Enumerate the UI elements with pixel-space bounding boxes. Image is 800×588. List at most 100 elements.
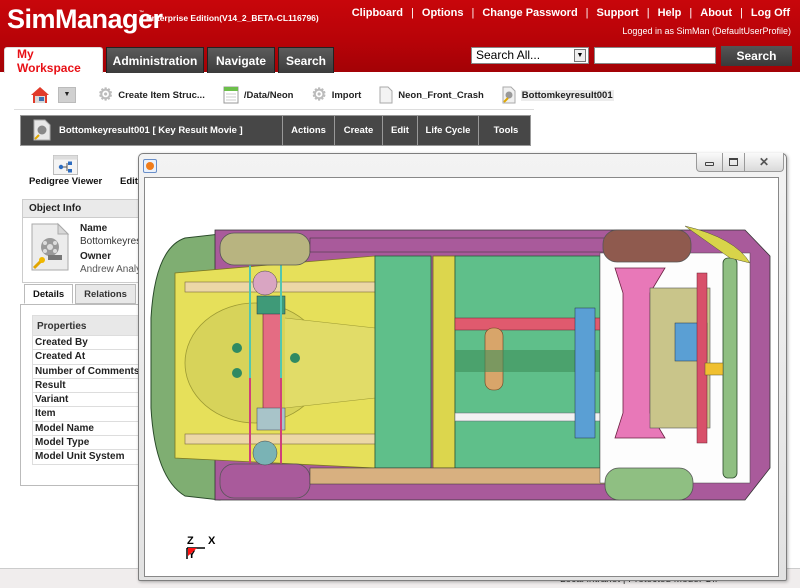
front-wheel-bottom bbox=[604, 467, 694, 501]
media-player-icon bbox=[143, 159, 157, 173]
divider bbox=[14, 109, 534, 110]
tab-relations[interactable]: Relations bbox=[75, 284, 136, 304]
item-title-bar: Bottomkeyresult001 [ Key Result Movie ] … bbox=[20, 115, 531, 146]
menu-edit[interactable]: Edit bbox=[382, 116, 417, 145]
home-icon bbox=[31, 87, 49, 103]
history-dropdown[interactable]: ▼ bbox=[58, 87, 76, 103]
crumb-import[interactable]: ⚙ Import bbox=[311, 85, 361, 105]
movie-document-icon bbox=[502, 86, 516, 104]
crumb-label: Create Item Struc... bbox=[118, 89, 205, 101]
link-support[interactable]: Support bbox=[597, 7, 639, 19]
yellow-crossmember bbox=[432, 255, 456, 469]
pedigree-viewer-label: Pedigree Viewer bbox=[29, 176, 103, 187]
rear-wheel-top bbox=[219, 232, 311, 266]
separator: | bbox=[646, 7, 650, 19]
tab-search[interactable]: Search bbox=[278, 47, 334, 73]
maximize-icon bbox=[729, 158, 738, 166]
close-button[interactable]: ✕ bbox=[744, 153, 784, 172]
link-options[interactable]: Options bbox=[422, 7, 464, 19]
owner-label: Owner bbox=[80, 251, 112, 262]
breadcrumb: ▼ ⚙ Create Item Struc... /Data/Neon ⚙ Im… bbox=[30, 84, 632, 106]
object-info-header: Object Info bbox=[23, 200, 139, 218]
property-row: Model Name bbox=[32, 421, 140, 437]
menu-actions[interactable]: Actions bbox=[282, 116, 334, 145]
separator: | bbox=[689, 7, 693, 19]
item-menu-bar: Actions Create Edit Life Cycle Tools bbox=[282, 116, 533, 145]
pedigree-icon bbox=[53, 155, 78, 175]
link-clipboard[interactable]: Clipboard bbox=[352, 7, 403, 19]
item-title: Bottomkeyresult001 [ Key Result Movie ] bbox=[59, 125, 243, 136]
property-row: Variant bbox=[32, 393, 140, 408]
top-links: Clipboard | Options | Change Password | Sup… bbox=[352, 7, 790, 19]
crumb-data-neon[interactable]: /Data/Neon bbox=[223, 86, 294, 104]
detail-tabs: Details Relations bbox=[24, 284, 138, 304]
property-row: Result bbox=[32, 378, 140, 394]
owner-value: Andrew Analy bbox=[80, 264, 142, 275]
properties-table: Properties Created By Created At Number … bbox=[32, 315, 140, 465]
axis-triad: Z X Y bbox=[185, 535, 225, 565]
tab-my-workspace[interactable]: My Workspace bbox=[4, 47, 103, 75]
folder-calendar-icon bbox=[223, 86, 239, 104]
crumb-label: Neon_Front_Crash bbox=[398, 89, 484, 101]
crumb-neon-front-crash[interactable]: Neon_Front_Crash bbox=[379, 86, 484, 104]
front-bumper-beam bbox=[722, 257, 738, 479]
tab-navigate[interactable]: Navigate bbox=[207, 47, 275, 73]
property-row: Model Type bbox=[32, 436, 140, 451]
header-bar: SimManager ™ Enterprise Edition(V14_2_BE… bbox=[0, 0, 800, 75]
maximize-button[interactable] bbox=[722, 153, 745, 172]
rear-wheel-bottom bbox=[219, 463, 311, 499]
logged-in-status: Logged in as SimMan (DefaultUserProfile) bbox=[622, 26, 791, 36]
separator: | bbox=[740, 7, 743, 19]
edit-action[interactable]: Edit bbox=[120, 176, 138, 187]
name-label: Name bbox=[80, 223, 108, 234]
search-scope-value: Search All... bbox=[476, 48, 541, 62]
movie-document-icon bbox=[31, 222, 70, 271]
menu-tools[interactable]: Tools bbox=[478, 116, 533, 145]
rear-crossmember bbox=[262, 312, 282, 419]
name-value: Bottomkeyres bbox=[80, 236, 142, 247]
link-help[interactable]: Help bbox=[658, 7, 682, 19]
model-viewport[interactable]: Z X Y bbox=[144, 177, 779, 577]
search-button[interactable]: Search bbox=[721, 46, 792, 66]
search-scope-select[interactable]: Search All... ▼ bbox=[471, 47, 589, 64]
crumb-bottomkeyresult001[interactable]: Bottomkeyresult001 bbox=[502, 86, 614, 104]
link-about[interactable]: About bbox=[700, 7, 732, 19]
crumb-label: Bottomkeyresult001 bbox=[520, 89, 614, 101]
search-input[interactable] bbox=[594, 47, 716, 64]
chevron-down-icon[interactable]: ▼ bbox=[574, 49, 586, 62]
gear-icon: ⚙ bbox=[311, 85, 327, 104]
axis-label-x: X bbox=[208, 535, 216, 547]
property-row: Number of Comments bbox=[32, 364, 140, 379]
minimize-icon bbox=[705, 162, 714, 166]
chevron-down-icon: ▼ bbox=[58, 87, 76, 103]
property-row: Model Unit System bbox=[32, 450, 140, 465]
link-log-off[interactable]: Log Off bbox=[751, 7, 790, 19]
separator: | bbox=[411, 7, 414, 19]
crumb-label: /Data/Neon bbox=[243, 89, 294, 101]
close-icon: ✕ bbox=[758, 155, 770, 169]
menu-create[interactable]: Create bbox=[334, 116, 382, 145]
tab-details[interactable]: Details bbox=[24, 284, 74, 304]
menu-life-cycle[interactable]: Life Cycle bbox=[417, 116, 478, 145]
minimize-button[interactable] bbox=[696, 153, 723, 172]
crumb-create-item-structure[interactable]: ⚙ Create Item Struc... bbox=[98, 85, 205, 105]
main-tabs: My Workspace Administration Navigate Sea… bbox=[4, 47, 337, 75]
document-icon bbox=[379, 86, 393, 104]
property-row: Created At bbox=[32, 350, 140, 365]
mid-floor-panel bbox=[374, 255, 432, 469]
link-change-password[interactable]: Change Password bbox=[482, 7, 577, 19]
gear-icon: ⚙ bbox=[98, 85, 114, 104]
app-edition: Enterprise Edition(V14_2_BETA-CL116796) bbox=[146, 13, 319, 23]
tab-administration[interactable]: Administration bbox=[106, 47, 204, 73]
front-wheel-top bbox=[602, 229, 692, 263]
property-row: Created By bbox=[32, 336, 140, 351]
separator: | bbox=[471, 7, 475, 19]
home-button[interactable] bbox=[30, 86, 50, 104]
movie-viewer-window[interactable]: ✕ Z X Y bbox=[138, 153, 787, 581]
axis-triad-graphic bbox=[186, 547, 205, 559]
trademark: ™ bbox=[139, 10, 144, 16]
separator: | bbox=[585, 7, 589, 19]
app-root: SimManager ™ Enterprise Edition(V14_2_BE… bbox=[0, 0, 800, 588]
crumb-label: Import bbox=[331, 89, 362, 101]
property-row: Item bbox=[32, 407, 140, 422]
